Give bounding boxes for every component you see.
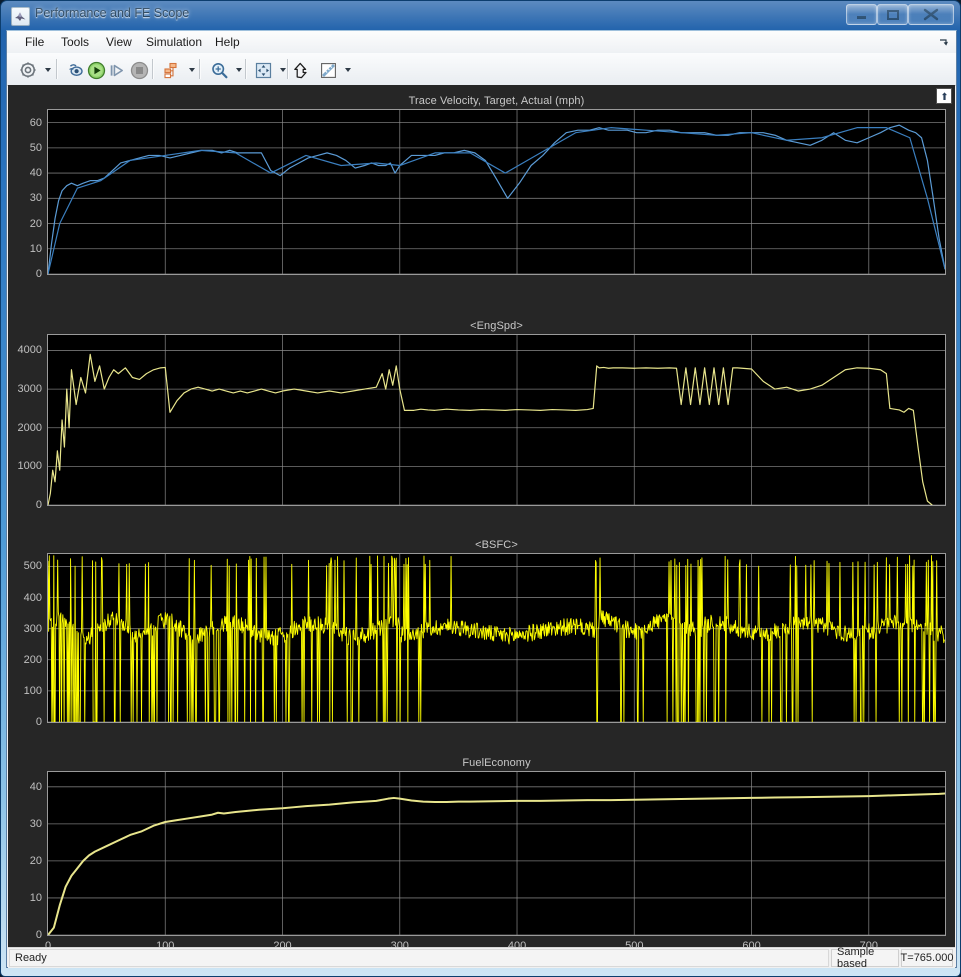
measurements-dropdown[interactable] [340,57,355,83]
print-configuration-button[interactable] [15,57,41,83]
menu-file[interactable]: File [19,34,50,50]
matlab-icon [11,7,30,26]
y-tick-label: 500 [24,560,42,572]
plot-area[interactable] [47,771,946,936]
chart-title: FuelEconomy [47,757,946,769]
chart-title: <BSFC> [47,539,946,551]
plot-area[interactable] [47,334,946,506]
title-bar: Performance and FE Scope [1,1,961,30]
chart-bsfc: <BSFC> 0100200300400500 [47,553,946,723]
layout-dropdown[interactable] [184,57,199,83]
toolbar-separator [199,59,201,79]
menu-bar: File Tools View Simulation Help [7,31,956,54]
y-tick-label: 2000 [18,422,42,434]
autoscale-button[interactable] [250,57,276,83]
y-tick-label: 400 [24,592,42,604]
menu-overflow-icon[interactable] [938,36,950,48]
scope-window: Performance and FE Scope File Tools View… [0,0,961,977]
y-tick-label: 200 [24,654,42,666]
chevron-down-icon [189,68,195,72]
scope-display: Trace Velocity, Target, Actual (mph) 0 10… [8,85,955,947]
y-tick-label: 3000 [18,383,42,395]
y-tick-label: 1000 [18,460,42,472]
y-tick-label: 0 [36,499,42,511]
plot-area[interactable] [47,553,946,723]
x-tick-label: 500 [625,940,643,947]
chevron-down-icon [280,68,286,72]
minimize-button[interactable] [846,4,877,25]
chart-title: <EngSpd> [47,320,946,332]
y-tick-label: 300 [24,623,42,635]
x-tick-label: 600 [742,940,760,947]
y-tick-label: 10 [30,243,42,255]
menu-simulation[interactable]: Simulation [140,34,208,50]
status-bar: Ready Sample based T=765.000 [8,947,955,968]
menu-tools[interactable]: Tools [55,34,95,50]
menu-view[interactable]: View [100,34,138,50]
toolbar-separator [56,59,58,79]
chart-engine-speed: <EngSpd> 01000200030004000 [47,334,946,506]
window-title: Performance and FE Scope [35,6,189,20]
y-tick-label: 0 [36,929,42,941]
toolbar-separator [245,59,247,79]
chevron-down-icon [236,68,242,72]
maximize-button[interactable] [877,4,908,25]
y-tick-label: 50 [30,142,42,154]
chart-title: Trace Velocity, Target, Actual (mph) [47,95,946,107]
chart-trace-velocity: Trace Velocity, Target, Actual (mph) 010… [47,109,946,275]
y-tick-label: 4000 [18,344,42,356]
tool-bar [7,53,956,86]
y-tick-label: 20 [30,218,42,230]
status-message: Ready [9,949,829,967]
y-tick-label: 40 [30,167,42,179]
y-tick-label: 30 [30,192,42,204]
chart-fuel-economy: FuelEconomy 010203040 [47,771,946,936]
y-tick-label: 20 [30,855,42,867]
zoom-dropdown[interactable] [231,57,246,83]
y-tick-label: 30 [30,818,42,830]
print-configuration-dropdown[interactable] [40,57,55,83]
toolbar-separator [152,59,154,79]
x-tick-label: 300 [391,940,409,947]
menu-help[interactable]: Help [209,34,246,50]
close-button[interactable] [908,4,954,25]
chevron-down-icon [45,68,51,72]
x-tick-label: 400 [508,940,526,947]
x-tick-label: 100 [156,940,174,947]
signal-selector-button[interactable] [289,57,313,83]
stop-button[interactable] [126,57,152,83]
y-tick-label: 0 [36,268,42,280]
x-tick-label: 0 [45,940,51,947]
measurements-button[interactable] [315,57,341,83]
client-area: File Tools View Simulation Help [6,30,957,968]
plot-area[interactable] [47,109,946,275]
status-time: T=765.000 [901,949,953,967]
status-sample-mode: Sample based [831,949,899,967]
y-tick-label: 100 [24,685,42,697]
zoom-button[interactable] [206,57,232,83]
layout-button[interactable] [159,57,185,83]
y-tick-label: 60 [30,117,42,129]
x-tick-label: 200 [273,940,291,947]
chevron-down-icon [345,68,351,72]
y-tick-label: 40 [30,781,42,793]
y-tick-label: 0 [36,716,42,728]
y-tick-label: 10 [30,892,42,904]
x-axis-ticks: 0100200300400500600700 [47,936,946,947]
